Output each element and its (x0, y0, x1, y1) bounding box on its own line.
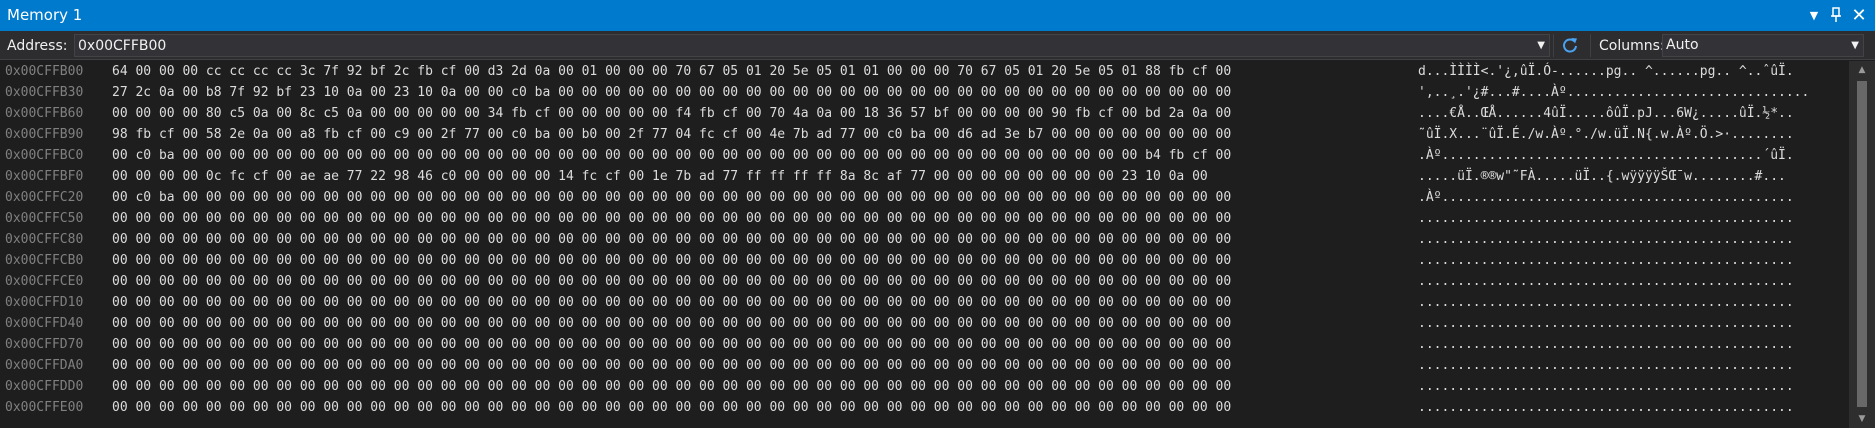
row-hex-bytes[interactable]: 00 00 00 00 00 00 00 00 00 00 00 00 00 0… (112, 376, 1231, 397)
row-ascii[interactable]: ',..¸.'¿#...#....Àº.....................… (1418, 82, 1809, 103)
address-input[interactable] (78, 36, 1518, 55)
row-hex-bytes[interactable]: 00 00 00 00 80 c5 0a 00 8c c5 0a 00 00 0… (112, 103, 1231, 124)
row-ascii[interactable]: .....üÏ.®®w"˜FÀ.....üÏ..{.wÿÿÿÿŠŒ¯w.....… (1418, 166, 1786, 187)
row-ascii[interactable]: ........................................… (1418, 208, 1794, 229)
row-address: 0x00CFFB90 (5, 127, 84, 142)
memory-row[interactable]: 0x00CFFB90 98 fb cf 00 58 2e 0a 00 a8 fb … (0, 124, 1849, 145)
close-icon[interactable]: ✕ (1848, 0, 1870, 31)
window-menu-dropdown-icon[interactable]: ▼ (1803, 0, 1825, 31)
row-hex-bytes[interactable]: 00 00 00 00 00 00 00 00 00 00 00 00 00 0… (112, 271, 1231, 292)
row-ascii[interactable]: ........................................… (1418, 397, 1794, 418)
vertical-scrollbar[interactable]: ▲ ▼ (1849, 61, 1875, 428)
memory-row[interactable]: 0x00CFFDA0 00 00 00 00 00 00 00 00 00 00 … (0, 355, 1849, 376)
memory-row[interactable]: 0x00CFFD70 00 00 00 00 00 00 00 00 00 00 … (0, 334, 1849, 355)
scroll-down-arrow-icon[interactable]: ▼ (1849, 410, 1875, 428)
scrollbar-thumb[interactable] (1857, 81, 1867, 407)
scroll-up-arrow-icon[interactable]: ▲ (1849, 61, 1875, 79)
row-hex-bytes[interactable]: 00 00 00 00 00 00 00 00 00 00 00 00 00 0… (112, 397, 1231, 418)
memory-row[interactable]: 0x00CFFB30 27 2c 0a 00 b8 7f 92 bf 23 10 … (0, 82, 1849, 103)
row-ascii[interactable]: d...ÌÌÌÌ<.'¿,ûÏ.Ó-......pg.. ^......pg..… (1418, 61, 1794, 82)
row-ascii[interactable]: .Àº.....................................… (1418, 145, 1794, 166)
row-address: 0x00CFFB30 (5, 85, 84, 100)
row-ascii[interactable]: ........................................… (1418, 250, 1794, 271)
row-ascii[interactable]: ........................................… (1418, 313, 1794, 334)
toolbar-divider (1590, 34, 1591, 57)
row-hex-bytes[interactable]: 00 00 00 00 00 00 00 00 00 00 00 00 00 0… (112, 313, 1231, 334)
memory-toolbar: Address: ▼ Columns: Auto ▼ (0, 31, 1875, 60)
row-address: 0x00CFFDA0 (5, 358, 84, 373)
title-bar[interactable]: Memory 1 ▼ ✕ (0, 0, 1875, 31)
row-address: 0x00CFFCB0 (5, 253, 84, 268)
columns-select[interactable]: Auto ▼ (1662, 34, 1864, 57)
memory-row[interactable]: 0x00CFFC80 00 00 00 00 00 00 00 00 00 00 … (0, 229, 1849, 250)
row-address: 0x00CFFD70 (5, 337, 84, 352)
memory-row[interactable]: 0x00CFFD40 00 00 00 00 00 00 00 00 00 00 … (0, 313, 1849, 334)
memory-row[interactable]: 0x00CFFB00 64 00 00 00 cc cc cc cc 3c 7f … (0, 61, 1849, 82)
row-ascii[interactable]: ........................................… (1418, 376, 1794, 397)
row-hex-bytes[interactable]: 00 00 00 00 00 00 00 00 00 00 00 00 00 0… (112, 229, 1231, 250)
row-address: 0x00CFFB00 (5, 64, 84, 79)
row-hex-bytes[interactable]: 00 00 00 00 00 00 00 00 00 00 00 00 00 0… (112, 250, 1231, 271)
row-ascii[interactable]: .Àº.....................................… (1418, 187, 1794, 208)
row-hex-bytes[interactable]: 00 00 00 00 00 00 00 00 00 00 00 00 00 0… (112, 292, 1231, 313)
row-hex-bytes[interactable]: 00 c0 ba 00 00 00 00 00 00 00 00 00 00 0… (112, 145, 1231, 166)
memory-grid[interactable]: 0x00CFFB00 64 00 00 00 cc cc cc cc 3c 7f … (0, 61, 1849, 424)
window-title: Memory 1 (7, 6, 83, 24)
row-address: 0x00CFFBC0 (5, 148, 84, 163)
row-ascii[interactable]: ........................................… (1418, 229, 1794, 250)
row-address: 0x00CFFC80 (5, 232, 84, 247)
row-ascii[interactable]: ........................................… (1418, 355, 1794, 376)
memory-window: Memory 1 ▼ ✕ Address: ▼ Columns: Auto (0, 0, 1875, 428)
row-address: 0x00CFFC20 (5, 190, 84, 205)
memory-row[interactable]: 0x00CFFDD0 00 00 00 00 00 00 00 00 00 00 … (0, 376, 1849, 397)
memory-row[interactable]: 0x00CFFD10 00 00 00 00 00 00 00 00 00 00 … (0, 292, 1849, 313)
row-address: 0x00CFFD40 (5, 316, 84, 331)
columns-value: Auto (1666, 37, 1699, 53)
row-address: 0x00CFFB60 (5, 106, 84, 121)
row-address: 0x00CFFBF0 (5, 169, 84, 184)
pin-icon[interactable] (1825, 0, 1847, 31)
address-dropdown-chevron-down-icon[interactable]: ▼ (1537, 37, 1545, 55)
memory-row[interactable]: 0x00CFFCB0 00 00 00 00 00 00 00 00 00 00 … (0, 250, 1849, 271)
row-hex-bytes[interactable]: 00 00 00 00 00 00 00 00 00 00 00 00 00 0… (112, 208, 1231, 229)
row-hex-bytes[interactable]: 64 00 00 00 cc cc cc cc 3c 7f 92 bf 2c f… (112, 61, 1231, 82)
row-ascii[interactable]: ........................................… (1418, 292, 1794, 313)
row-ascii[interactable]: ........................................… (1418, 334, 1794, 355)
row-hex-bytes[interactable]: 00 00 00 00 0c fc cf 00 ae ae 77 22 98 4… (112, 166, 1208, 187)
row-address: 0x00CFFE00 (5, 400, 84, 415)
row-hex-bytes[interactable]: 00 00 00 00 00 00 00 00 00 00 00 00 00 0… (112, 334, 1231, 355)
row-hex-bytes[interactable]: 00 c0 ba 00 00 00 00 00 00 00 00 00 00 0… (112, 187, 1231, 208)
row-ascii[interactable]: ........................................… (1418, 271, 1794, 292)
row-address: 0x00CFFC50 (5, 211, 84, 226)
row-ascii[interactable]: ....€Å..ŒÅ......4ûÏ.....ôûÏ.pJ...6W¿....… (1418, 103, 1794, 124)
address-label: Address: (7, 38, 68, 54)
memory-row[interactable]: 0x00CFFB60 00 00 00 00 80 c5 0a 00 8c c5 … (0, 103, 1849, 124)
memory-row[interactable]: 0x00CFFBF0 00 00 00 00 0c fc cf 00 ae ae … (0, 166, 1849, 187)
columns-label: Columns: (1599, 38, 1665, 54)
row-hex-bytes[interactable]: 00 00 00 00 00 00 00 00 00 00 00 00 00 0… (112, 355, 1231, 376)
toolbar-divider (1553, 34, 1554, 57)
memory-row[interactable]: 0x00CFFC50 00 00 00 00 00 00 00 00 00 00 … (0, 208, 1849, 229)
row-ascii[interactable]: ˜ûÏ.X...¨ûÏ.É./w.Àº.°./w.üÏ.N{.w.Àº.Ö.>·… (1418, 124, 1794, 145)
memory-row[interactable]: 0x00CFFCE0 00 00 00 00 00 00 00 00 00 00 … (0, 271, 1849, 292)
memory-row[interactable]: 0x00CFFE00 00 00 00 00 00 00 00 00 00 00 … (0, 397, 1849, 418)
refresh-icon[interactable] (1558, 34, 1582, 57)
memory-row[interactable]: 0x00CFFBC0 00 c0 ba 00 00 00 00 00 00 00 … (0, 145, 1849, 166)
row-address: 0x00CFFCE0 (5, 274, 84, 289)
row-hex-bytes[interactable]: 27 2c 0a 00 b8 7f 92 bf 23 10 0a 00 23 1… (112, 82, 1231, 103)
row-address: 0x00CFFD10 (5, 295, 84, 310)
columns-chevron-down-icon[interactable]: ▼ (1851, 37, 1859, 55)
row-hex-bytes[interactable]: 98 fb cf 00 58 2e 0a 00 a8 fb cf 00 c9 0… (112, 124, 1231, 145)
address-combobox[interactable]: ▼ (74, 34, 1550, 57)
row-address: 0x00CFFDD0 (5, 379, 84, 394)
memory-row[interactable]: 0x00CFFC20 00 c0 ba 00 00 00 00 00 00 00 … (0, 187, 1849, 208)
